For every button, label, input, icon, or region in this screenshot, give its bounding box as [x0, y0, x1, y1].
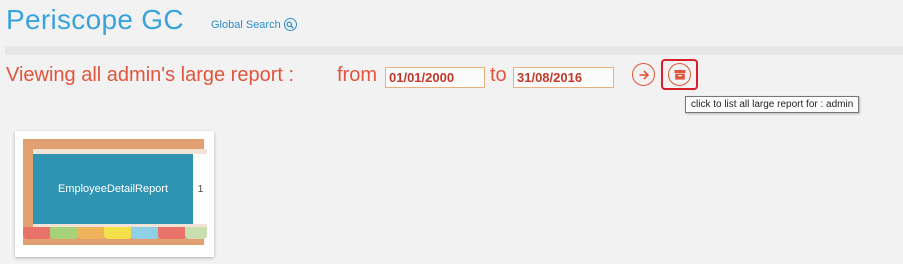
- page-header: Periscope GC Global Search: [6, 4, 903, 40]
- report-card-employee-detail[interactable]: EmployeeDetailReport 1: [15, 131, 214, 257]
- index-tab: [158, 227, 186, 239]
- report-filter-bar: Viewing all admin's large report : from …: [6, 59, 903, 94]
- arrow-right-circle-icon: [639, 69, 649, 80]
- app-title: Periscope GC: [6, 4, 184, 35]
- global-search-label: Global Search: [211, 18, 281, 31]
- index-tab: [50, 227, 78, 239]
- magnifier-icon: [283, 18, 297, 31]
- binder-index-tabs: [23, 227, 211, 239]
- report-cover: EmployeeDetailReport: [33, 154, 193, 224]
- index-tab: [185, 227, 207, 239]
- go-button[interactable]: [632, 63, 655, 86]
- index-tab: [23, 227, 51, 239]
- from-date-input[interactable]: [385, 67, 485, 88]
- report-count-tab: 1: [193, 154, 208, 224]
- to-label: to: [490, 64, 507, 86]
- index-tab: [77, 227, 105, 239]
- global-search-link[interactable]: Global Search: [211, 18, 297, 31]
- report-name: EmployeeDetailReport: [57, 183, 169, 195]
- header-divider: [5, 46, 903, 55]
- list-reports-tooltip: click to list all large report for : adm…: [685, 96, 860, 113]
- from-label: from: [337, 64, 377, 86]
- to-date-input[interactable]: [513, 67, 614, 88]
- archive-box-icon: [674, 70, 685, 80]
- index-tab: [104, 227, 132, 239]
- report-count: 1: [197, 183, 204, 195]
- viewing-label: Viewing all admin's large report :: [6, 64, 295, 86]
- list-all-reports-button[interactable]: [661, 59, 698, 90]
- index-tab: [131, 227, 159, 239]
- list-button-circle: [668, 63, 691, 86]
